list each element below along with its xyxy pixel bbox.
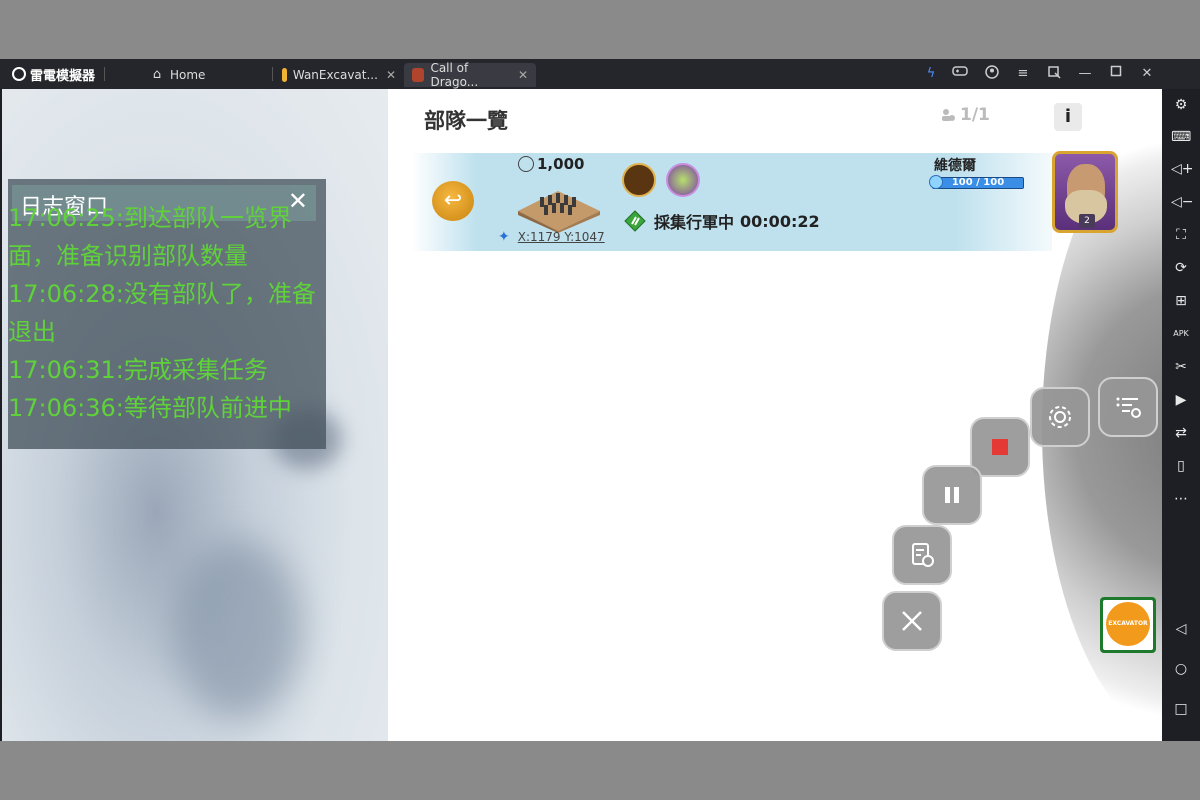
- gathering-skill-icon[interactable]: [666, 163, 700, 197]
- excavator-label: EXCAVATOR: [1108, 620, 1148, 627]
- call-of-dragons-icon: [412, 68, 425, 82]
- commander-portrait[interactable]: 2: [1052, 151, 1118, 233]
- emulator-brand: 雷電模擬器: [12, 65, 96, 84]
- commander-level: 2: [1079, 214, 1095, 228]
- map-blur-shape: [172, 539, 302, 719]
- more-icon[interactable]: ⋯: [1171, 489, 1191, 509]
- shake-icon[interactable]: ▯: [1171, 456, 1191, 476]
- title-separator: [104, 67, 105, 81]
- fullscreen-icon[interactable]: ⛶: [1171, 225, 1191, 245]
- tab-wanexcavator[interactable]: WanExcavat... ✕: [274, 63, 404, 87]
- recall-button[interactable]: ↩: [432, 181, 474, 221]
- volume-up-icon[interactable]: ◁+: [1171, 159, 1194, 179]
- menu-icon[interactable]: ≡: [1014, 65, 1032, 83]
- apk-icon[interactable]: APK: [1171, 324, 1191, 344]
- ldplayer-logo-icon: [12, 67, 26, 81]
- home-circle-icon[interactable]: ○: [1171, 659, 1191, 679]
- settings-icon: [1049, 406, 1071, 428]
- troop-load-value: 1,000: [537, 155, 585, 173]
- game-viewport: 部隊一覽 1/1 i ↩ 1,000 ✦ X:1179 Y:1047 採集行軍中…: [2, 89, 1162, 741]
- tab-label: Call of Drago...: [430, 61, 479, 89]
- stop-icon: [992, 439, 1008, 455]
- status-label: 採集行軍中: [654, 213, 735, 232]
- info-button[interactable]: i: [1054, 103, 1082, 131]
- location-pin-icon: ✦: [498, 229, 510, 245]
- recent-apps-icon[interactable]: □: [1171, 699, 1191, 719]
- log-window[interactable]: 日志窗口 ✕ 17:06:25:到达部队一览界面，准备识别部队数量 17:06:…: [8, 179, 326, 449]
- tab-label: WanExcavat...: [292, 68, 378, 82]
- lightning-icon[interactable]: ϟ: [922, 65, 940, 83]
- volume-down-icon[interactable]: ◁−: [1171, 192, 1194, 212]
- title-bar: 雷電模擬器 ⌂ Home WanExcavat... ✕ Call of Dra…: [0, 59, 1200, 89]
- script-list-button[interactable]: [1098, 377, 1158, 437]
- close-icon: [902, 611, 922, 631]
- close-icon[interactable]: ✕: [1138, 65, 1156, 83]
- commander-skill-icon[interactable]: [622, 163, 656, 197]
- tab-close-icon[interactable]: ✕: [386, 68, 396, 82]
- add-icon[interactable]: ⊞: [1171, 291, 1191, 311]
- title-separator: [272, 67, 273, 81]
- stop-button[interactable]: [970, 417, 1030, 477]
- script-list-icon: [1116, 397, 1141, 418]
- back-icon[interactable]: ◁: [1171, 619, 1191, 639]
- screenshot-icon[interactable]: [1045, 65, 1063, 83]
- home-icon: ⌂: [152, 67, 162, 82]
- gathering-status-icon: [624, 210, 646, 232]
- commander-name: 維德爾: [934, 158, 976, 174]
- minimize-icon[interactable]: —: [1076, 65, 1094, 83]
- brand-label: 雷電模擬器: [30, 68, 96, 84]
- settings-button[interactable]: [1030, 387, 1090, 447]
- transfer-icon[interactable]: ⇄: [1171, 423, 1191, 443]
- tab-close-icon[interactable]: ✕: [518, 68, 528, 82]
- troop-load: 1,000: [518, 155, 584, 173]
- emulator-window: 雷電模擬器 ⌂ Home WanExcavat... ✕ Call of Dra…: [0, 59, 1200, 741]
- log-history-button[interactable]: [892, 525, 952, 585]
- march-status: 採集行軍中 00:00:22: [624, 209, 820, 233]
- log-line: 17:06:31:完成采集任务: [8, 356, 268, 384]
- tab-label: Home: [170, 68, 206, 82]
- keyboard-icon[interactable]: ⌨: [1171, 127, 1191, 147]
- troop-hp-bar: 100 / 100: [929, 175, 1024, 189]
- coordinates-label: X:1179 Y:1047: [517, 230, 605, 244]
- march-timer: 00:00:22: [740, 211, 820, 231]
- troop-count-label: 1/1: [960, 105, 990, 125]
- emulator-sidebar: ⚙ ⌨ ◁+ ◁− ⛶ ⟳ ⊞ APK ✂ ▶ ⇄ ▯ ⋯ ◁ ○ □: [1162, 89, 1200, 741]
- troop-coordinates[interactable]: ✦ X:1179 Y:1047: [498, 229, 605, 245]
- troop-formation-icon: [518, 191, 600, 233]
- sync-icon[interactable]: ⟳: [1171, 258, 1191, 278]
- log-line: 17:06:25:到达部队一览界面，准备识别部队数量: [8, 204, 292, 270]
- troop-count: 1/1: [940, 105, 990, 125]
- cut-icon[interactable]: ✂: [1171, 357, 1191, 377]
- tab-call-of-dragons[interactable]: Call of Drago... ✕: [404, 61, 536, 89]
- pause-icon: [945, 487, 959, 503]
- account-icon[interactable]: [983, 65, 1001, 83]
- excavator-logo: EXCAVATOR: [1103, 600, 1153, 650]
- settings-icon[interactable]: ⚙: [1171, 95, 1191, 115]
- maximize-icon[interactable]: [1107, 65, 1125, 83]
- troop-slot-icon: [940, 107, 956, 123]
- close-script-button[interactable]: [882, 591, 942, 651]
- tab-home[interactable]: ⌂ Home: [142, 63, 270, 87]
- hp-label: 100 / 100: [951, 177, 1005, 188]
- log-icon: [912, 543, 934, 567]
- record-icon[interactable]: ▶: [1171, 390, 1191, 410]
- log-line: 17:06:36:等待部队前进中: [8, 394, 292, 422]
- log-line: 17:06:28:没有部队了，准备退出: [8, 280, 316, 346]
- excavator-float-button[interactable]: EXCAVATOR: [1100, 597, 1156, 653]
- excavator-app-icon: [282, 68, 287, 82]
- log-lines: 17:06:25:到达部队一览界面，准备识别部队数量 17:06:28:没有部队…: [8, 199, 326, 427]
- page-title: 部隊一覽: [424, 109, 508, 133]
- gamepad-icon[interactable]: [951, 65, 969, 83]
- pause-button[interactable]: [922, 465, 982, 525]
- resource-load-icon: [518, 156, 534, 172]
